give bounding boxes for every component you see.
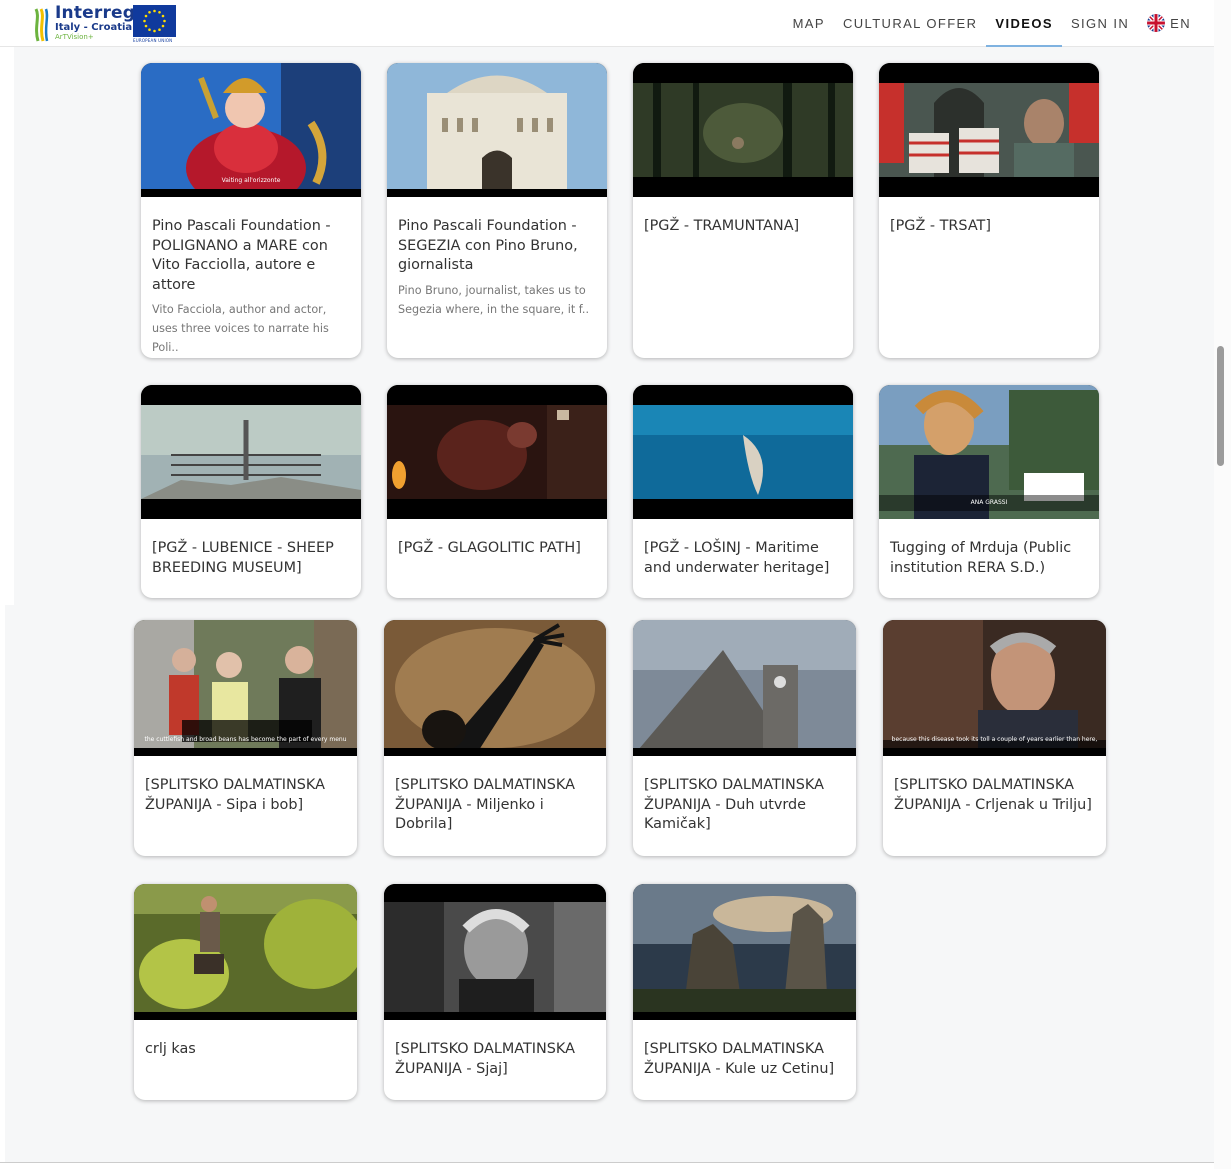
video-title[interactable]: [SPLITSKO DALMATINSKA ŽUPANIJA - Duh utv… xyxy=(644,776,846,835)
video-title[interactable]: Pino Pascali Foundation - SEGEZIA con Pi… xyxy=(398,217,597,276)
main-nav: MAP CULTURAL OFFER VIDEOS SIGN IN EN xyxy=(784,0,1200,47)
scrollbar-thumb[interactable] xyxy=(1217,346,1224,466)
thumbnail-caption: Vaiting all'orizzonte xyxy=(221,177,281,184)
nav-item-cultural-offer[interactable]: CULTURAL OFFER xyxy=(834,0,986,46)
video-card[interactable]: Vaiting all'orizzonte Pino Pascali Found… xyxy=(141,63,361,358)
video-thumbnail[interactable]: because this disease took its toll a cou… xyxy=(883,620,1106,756)
interreg-logo[interactable]: Interreg Italy - Croatia ArTVision+ EURO… xyxy=(33,3,178,43)
video-thumbnail[interactable]: ANA GRASSI xyxy=(879,385,1099,519)
video-card[interactable]: [PGŽ - TRAMUNTANA] xyxy=(633,63,853,358)
video-title[interactable]: [PGŽ - TRSAT] xyxy=(890,217,1089,237)
video-card[interactable]: [PGŽ - GLAGOLITIC PATH] xyxy=(387,385,607,598)
nav-item-videos[interactable]: VIDEOS xyxy=(986,0,1062,47)
video-title[interactable]: [PGŽ - LOŠINJ - Maritime and underwater … xyxy=(644,539,843,578)
video-description: Vito Facciola, author and actor, uses th… xyxy=(152,303,329,354)
logo-subtitle: Italy - Croatia xyxy=(55,22,133,33)
video-thumbnail[interactable] xyxy=(633,63,853,197)
eu-caption: EUROPEAN UNION xyxy=(133,38,173,43)
video-title[interactable]: [PGŽ - GLAGOLITIC PATH] xyxy=(398,539,597,559)
video-title[interactable]: [SPLITSKO DALMATINSKA ŽUPANIJA - Kule uz… xyxy=(644,1040,846,1079)
video-thumbnail[interactable] xyxy=(387,385,607,519)
video-title[interactable]: [PGŽ - TRAMUNTANA] xyxy=(644,217,843,237)
video-card[interactable]: because this disease took its toll a cou… xyxy=(883,620,1106,856)
video-card[interactable]: [SPLITSKO DALMATINSKA ŽUPANIJA - Duh utv… xyxy=(633,620,856,856)
video-thumbnail[interactable] xyxy=(633,884,856,1020)
video-thumbnail[interactable] xyxy=(134,884,357,1020)
video-title[interactable]: [SPLITSKO DALMATINSKA ŽUPANIJA - Sjaj] xyxy=(395,1040,596,1079)
scrollbar-track[interactable] xyxy=(1214,0,1231,1169)
interreg-waves-icon xyxy=(34,8,49,42)
video-title[interactable]: crlj kas xyxy=(145,1040,347,1060)
video-thumbnail[interactable] xyxy=(633,385,853,519)
video-title[interactable]: [SPLITSKO DALMATINSKA ŽUPANIJA - Crljena… xyxy=(894,776,1096,815)
video-card[interactable]: crlj kas xyxy=(134,884,357,1100)
footer-divider xyxy=(0,1162,1231,1163)
video-card[interactable]: [PGŽ - LUBENICE - SHEEP BREEDING MUSEUM] xyxy=(141,385,361,598)
video-title[interactable]: Tugging of Mrduja (Public institution RE… xyxy=(890,539,1089,578)
video-title[interactable]: [SPLITSKO DALMATINSKA ŽUPANIJA - Sipa i … xyxy=(145,776,347,815)
video-title[interactable]: [PGŽ - LUBENICE - SHEEP BREEDING MUSEUM] xyxy=(152,539,351,578)
top-header: Interreg Italy - Croatia ArTVision+ EURO… xyxy=(0,0,1214,47)
video-card[interactable]: [SPLITSKO DALMATINSKA ŽUPANIJA - Kule uz… xyxy=(633,884,856,1100)
video-thumbnail[interactable] xyxy=(879,63,1099,197)
nav-item-sign-in[interactable]: SIGN IN xyxy=(1062,0,1138,46)
video-card[interactable]: [PGŽ - TRSAT] xyxy=(879,63,1099,358)
language-selector[interactable]: EN xyxy=(1138,0,1200,46)
video-title[interactable]: [SPLITSKO DALMATINSKA ŽUPANIJA - Miljenk… xyxy=(395,776,596,835)
video-card[interactable]: ANA GRASSI Tugging of Mrduja (Public ins… xyxy=(879,385,1099,598)
video-title[interactable]: Pino Pascali Foundation - POLIGNANO a MA… xyxy=(152,217,351,295)
video-thumbnail[interactable] xyxy=(141,385,361,519)
eu-flag-icon xyxy=(133,5,176,37)
logo-project: ArTVision+ xyxy=(55,33,94,41)
video-card[interactable]: [SPLITSKO DALMATINSKA ŽUPANIJA - Miljenk… xyxy=(384,620,606,856)
video-thumbnail[interactable]: Vaiting all'orizzonte xyxy=(141,63,361,197)
video-thumbnail[interactable] xyxy=(387,63,607,197)
video-card[interactable]: Pino Pascali Foundation - SEGEZIA con Pi… xyxy=(387,63,607,358)
uk-flag-icon xyxy=(1147,14,1166,32)
thumbnail-caption: because this disease took its toll a cou… xyxy=(891,736,1098,743)
video-description: Pino Bruno, journalist, takes us to Sege… xyxy=(398,284,590,316)
thumbnail-caption: ANA GRASSI xyxy=(970,499,1008,506)
thumbnail-caption: the cuttlefish and broad beans has becom… xyxy=(144,736,347,743)
video-thumbnail[interactable] xyxy=(384,620,606,756)
logo-name: Interreg xyxy=(55,3,136,23)
video-card[interactable]: [PGŽ - LOŠINJ - Maritime and underwater … xyxy=(633,385,853,598)
video-thumbnail[interactable] xyxy=(633,620,856,756)
language-label: EN xyxy=(1170,15,1191,31)
video-card[interactable]: the cuttlefish and broad beans has becom… xyxy=(134,620,357,856)
video-thumbnail[interactable]: the cuttlefish and broad beans has becom… xyxy=(134,620,357,756)
video-thumbnail[interactable] xyxy=(384,884,606,1020)
video-card[interactable]: [SPLITSKO DALMATINSKA ŽUPANIJA - Sjaj] xyxy=(384,884,606,1100)
nav-item-map[interactable]: MAP xyxy=(784,0,834,46)
